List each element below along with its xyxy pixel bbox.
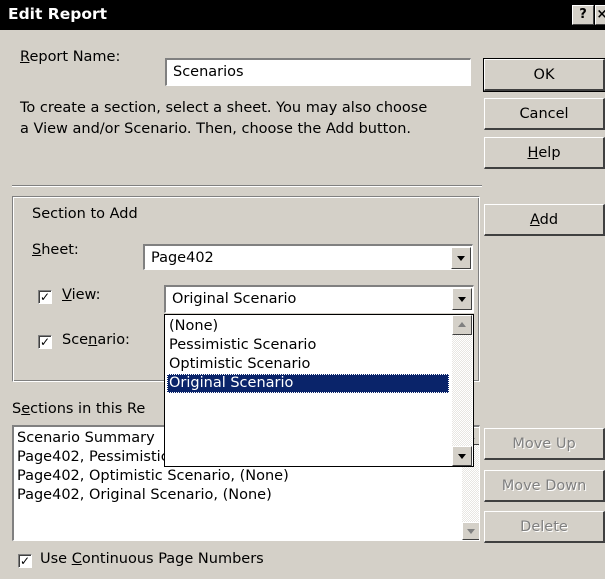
ok-button[interactable]: OK bbox=[483, 58, 605, 92]
view-combobox[interactable]: Original Scenario bbox=[164, 285, 474, 313]
continuous-pages-label: Use Continuous Page Numbers bbox=[40, 551, 264, 567]
scroll-down-button[interactable] bbox=[462, 522, 479, 540]
view-dropdown-arrow[interactable] bbox=[452, 288, 472, 310]
help-question-button[interactable]: ? bbox=[572, 5, 594, 25]
view-value: Original Scenario bbox=[172, 291, 297, 307]
sheet-label: Sheet: bbox=[32, 242, 79, 258]
dropdown-scrollbar[interactable] bbox=[452, 315, 472, 466]
delete-button[interactable]: Delete bbox=[484, 511, 605, 543]
dropdown-option-original[interactable]: Original Scenario bbox=[167, 374, 449, 393]
dropdown-option-optimistic[interactable]: Optimistic Scenario bbox=[167, 355, 449, 374]
scenario-checkbox[interactable]: ✓ bbox=[38, 335, 52, 349]
window-title: Edit Report bbox=[8, 5, 108, 23]
list-item[interactable]: Scenario Summary bbox=[17, 429, 155, 448]
instructions-line-1: To create a section, select a sheet. You… bbox=[20, 100, 428, 116]
chevron-down-icon bbox=[467, 529, 475, 534]
sheet-dropdown-arrow[interactable] bbox=[451, 247, 471, 269]
chevron-down-icon bbox=[457, 256, 465, 261]
separator bbox=[12, 185, 482, 187]
add-button[interactable]: Add bbox=[484, 204, 605, 236]
list-item[interactable]: Page402, Optimistic Scenario, (None) bbox=[17, 467, 289, 486]
dropdown-option-none[interactable]: (None) bbox=[167, 317, 449, 336]
scroll-up-button[interactable] bbox=[452, 315, 472, 335]
scenario-label: Scenario: bbox=[62, 332, 130, 348]
chevron-down-icon bbox=[458, 454, 466, 459]
help-button[interactable]: Help bbox=[484, 137, 605, 169]
scroll-down-button[interactable] bbox=[452, 446, 472, 466]
instructions-line-2: a View and/or Scenario. Then, choose the… bbox=[20, 121, 412, 137]
view-label: View: bbox=[62, 287, 101, 303]
close-button[interactable]: × bbox=[595, 5, 605, 25]
report-name-input[interactable]: Scenarios bbox=[165, 58, 471, 86]
cancel-button[interactable]: Cancel bbox=[484, 98, 605, 130]
report-name-label: Report Name: bbox=[20, 49, 121, 65]
section-to-add-title: Section to Add bbox=[32, 206, 138, 222]
title-bar[interactable]: Edit Report ? × bbox=[0, 0, 605, 30]
move-down-button[interactable]: Move Down bbox=[484, 470, 605, 502]
move-up-button[interactable]: Move Up bbox=[484, 428, 605, 460]
view-dropdown-list[interactable]: (None) Pessimistic Scenario Optimistic S… bbox=[164, 314, 474, 467]
list-item[interactable]: Page402, Original Scenario, (None) bbox=[17, 486, 272, 505]
dropdown-option-pessimistic[interactable]: Pessimistic Scenario bbox=[167, 336, 449, 355]
sheet-value: Page402 bbox=[151, 250, 214, 266]
continuous-pages-checkbox[interactable]: ✓ bbox=[18, 554, 32, 568]
view-checkbox[interactable]: ✓ bbox=[38, 290, 52, 304]
chevron-up-icon bbox=[458, 322, 466, 327]
chevron-down-icon bbox=[458, 297, 466, 302]
sheet-combobox[interactable]: Page402 bbox=[143, 244, 473, 270]
sections-label: Sections in this Re bbox=[12, 401, 146, 417]
